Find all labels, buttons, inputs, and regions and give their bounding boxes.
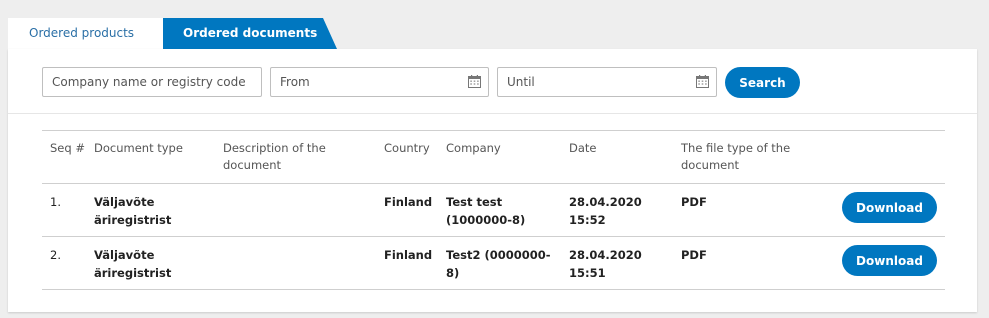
row-action: Download	[793, 184, 945, 237]
row-country: Finland	[384, 195, 433, 209]
row-action: Download	[793, 237, 945, 290]
from-date-input[interactable]	[280, 68, 460, 96]
row-description	[215, 184, 376, 237]
row-date: 28.04.2020 15:52	[569, 195, 642, 227]
company-search-input[interactable]	[52, 68, 261, 96]
row-date: 28.04.2020 15:51	[569, 248, 642, 280]
search-button[interactable]: Search	[725, 67, 800, 98]
row-document-type: Väljavõte äriregistrist	[94, 248, 172, 280]
header-file-type: The file type of the document	[681, 141, 791, 172]
row-file-type: PDF	[681, 248, 707, 262]
documents-table: Seq # Document type Description of the d…	[42, 130, 945, 290]
row-seq: 2.	[50, 248, 61, 262]
until-date-field[interactable]	[497, 67, 717, 97]
tab-ordered-documents[interactable]: Ordered documents	[163, 18, 337, 49]
tab-ordered-products[interactable]: Ordered products	[8, 18, 176, 49]
row-company: Test test (1000000-8)	[446, 195, 526, 227]
table-header-row: Seq # Document type Description of the d…	[42, 130, 945, 184]
company-search-field[interactable]	[42, 67, 262, 97]
header-country: Country	[384, 141, 430, 155]
header-date: Date	[569, 141, 597, 155]
row-seq: 1.	[50, 195, 61, 209]
from-date-field[interactable]	[270, 67, 489, 97]
table-row: 1. Väljavõte äriregistrist Finland Test …	[42, 184, 945, 237]
table-row: 2. Väljavõte äriregistrist Finland Test2…	[42, 237, 945, 290]
header-document-type: Document type	[94, 141, 183, 155]
download-button[interactable]: Download	[842, 245, 937, 276]
header-seq: Seq #	[50, 141, 85, 155]
row-country: Finland	[384, 248, 433, 262]
until-date-input[interactable]	[507, 68, 688, 96]
tab-bar: Ordered products Ordered documents	[8, 18, 338, 49]
header-action	[793, 131, 945, 184]
calendar-icon[interactable]	[468, 75, 481, 88]
download-button[interactable]: Download	[842, 192, 937, 223]
row-file-type: PDF	[681, 195, 707, 209]
row-description	[215, 237, 376, 290]
ordered-documents-panel: Search Seq # Document type Description o…	[8, 49, 977, 312]
row-company: Test2 (0000000-8)	[446, 248, 551, 280]
header-description: Description of the document	[223, 141, 326, 172]
divider	[8, 113, 977, 114]
header-company: Company	[446, 141, 501, 155]
calendar-icon[interactable]	[696, 75, 709, 88]
row-document-type: Väljavõte äriregistrist	[94, 195, 172, 227]
